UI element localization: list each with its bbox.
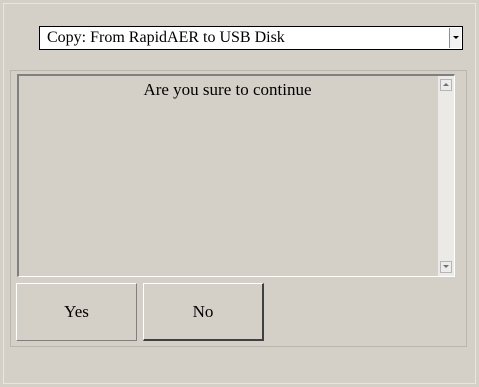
dialog-window: Copy: From RapidAER to USB Disk Are you … [0,0,479,387]
scroll-down-arrow-icon [443,265,449,268]
no-button-label: No [192,301,214,321]
message-box: Are you sure to continue [17,74,455,277]
yes-button[interactable]: Yes [16,283,137,341]
confirmation-message: Are you sure to continue [143,80,312,99]
dropdown-button[interactable] [449,28,461,48]
yes-button-label: Yes [64,302,89,321]
operation-select-value: Copy: From RapidAER to USB Disk [47,29,285,46]
operation-select[interactable]: Copy: From RapidAER to USB Disk [39,26,463,50]
scroll-up-arrow-icon [443,83,449,86]
message-scrollbar[interactable] [438,76,454,276]
scroll-up-button[interactable] [440,79,452,91]
no-button[interactable]: No [143,283,264,341]
chevron-down-icon [453,36,459,39]
scroll-down-button[interactable] [440,261,452,273]
